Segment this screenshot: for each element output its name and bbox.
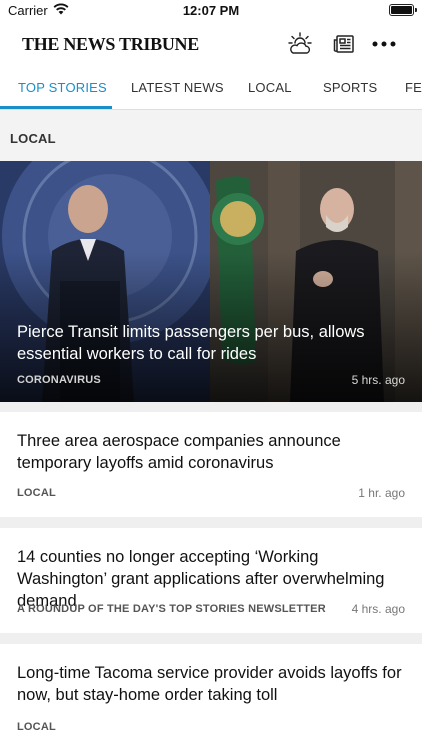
story-category[interactable]: LOCAL xyxy=(17,487,56,499)
story-timestamp: 4 hrs. ago xyxy=(351,602,405,616)
section-tabs: TOP STORIES LATEST NEWS LOCAL SPORTS FE xyxy=(0,66,422,110)
e-edition-icon[interactable] xyxy=(330,30,358,58)
hero-headline[interactable]: Pierce Transit limits passengers per bus… xyxy=(17,321,377,365)
tab-latest-news[interactable]: LATEST NEWS xyxy=(131,66,224,109)
story-timestamp: 1 hr. ago xyxy=(358,486,405,500)
section-header: LOCAL xyxy=(0,110,422,161)
app-header: THE NEWS TRIBUNE xyxy=(0,22,422,66)
weather-icon[interactable] xyxy=(286,30,314,58)
hero-category[interactable]: CORONAVIRUS xyxy=(17,374,101,386)
tab-local[interactable]: LOCAL xyxy=(248,66,292,109)
tab-sports[interactable]: SPORTS xyxy=(323,66,377,109)
section-title: LOCAL xyxy=(10,131,56,146)
tab-top-stories[interactable]: TOP STORIES xyxy=(18,66,107,109)
story-headline[interactable]: Three area aerospace companies announce … xyxy=(17,430,407,474)
hero-timestamp: 5 hrs. ago xyxy=(351,373,405,387)
story-category[interactable]: LOCAL xyxy=(17,721,56,733)
status-time: 12:07 PM xyxy=(182,3,240,18)
hero-story[interactable]: Pierce Transit limits passengers per bus… xyxy=(0,161,422,402)
masthead-logo[interactable]: THE NEWS TRIBUNE xyxy=(22,34,199,55)
active-tab-indicator xyxy=(0,106,112,109)
story-headline[interactable]: Long-time Tacoma service provider avoids… xyxy=(17,662,407,706)
more-icon[interactable] xyxy=(370,30,398,58)
story-card[interactable]: Long-time Tacoma service provider avoids… xyxy=(0,644,422,750)
tab-features[interactable]: FE xyxy=(405,66,422,109)
status-bar: Carrier 12:07 PM xyxy=(0,0,422,22)
story-category[interactable]: A ROUNDUP OF THE DAY'S TOP STORIES NEWSL… xyxy=(17,603,326,615)
story-card[interactable]: Three area aerospace companies announce … xyxy=(0,412,422,517)
story-card[interactable]: 14 counties no longer accepting ‘Working… xyxy=(0,528,422,633)
battery-icon xyxy=(389,4,417,16)
